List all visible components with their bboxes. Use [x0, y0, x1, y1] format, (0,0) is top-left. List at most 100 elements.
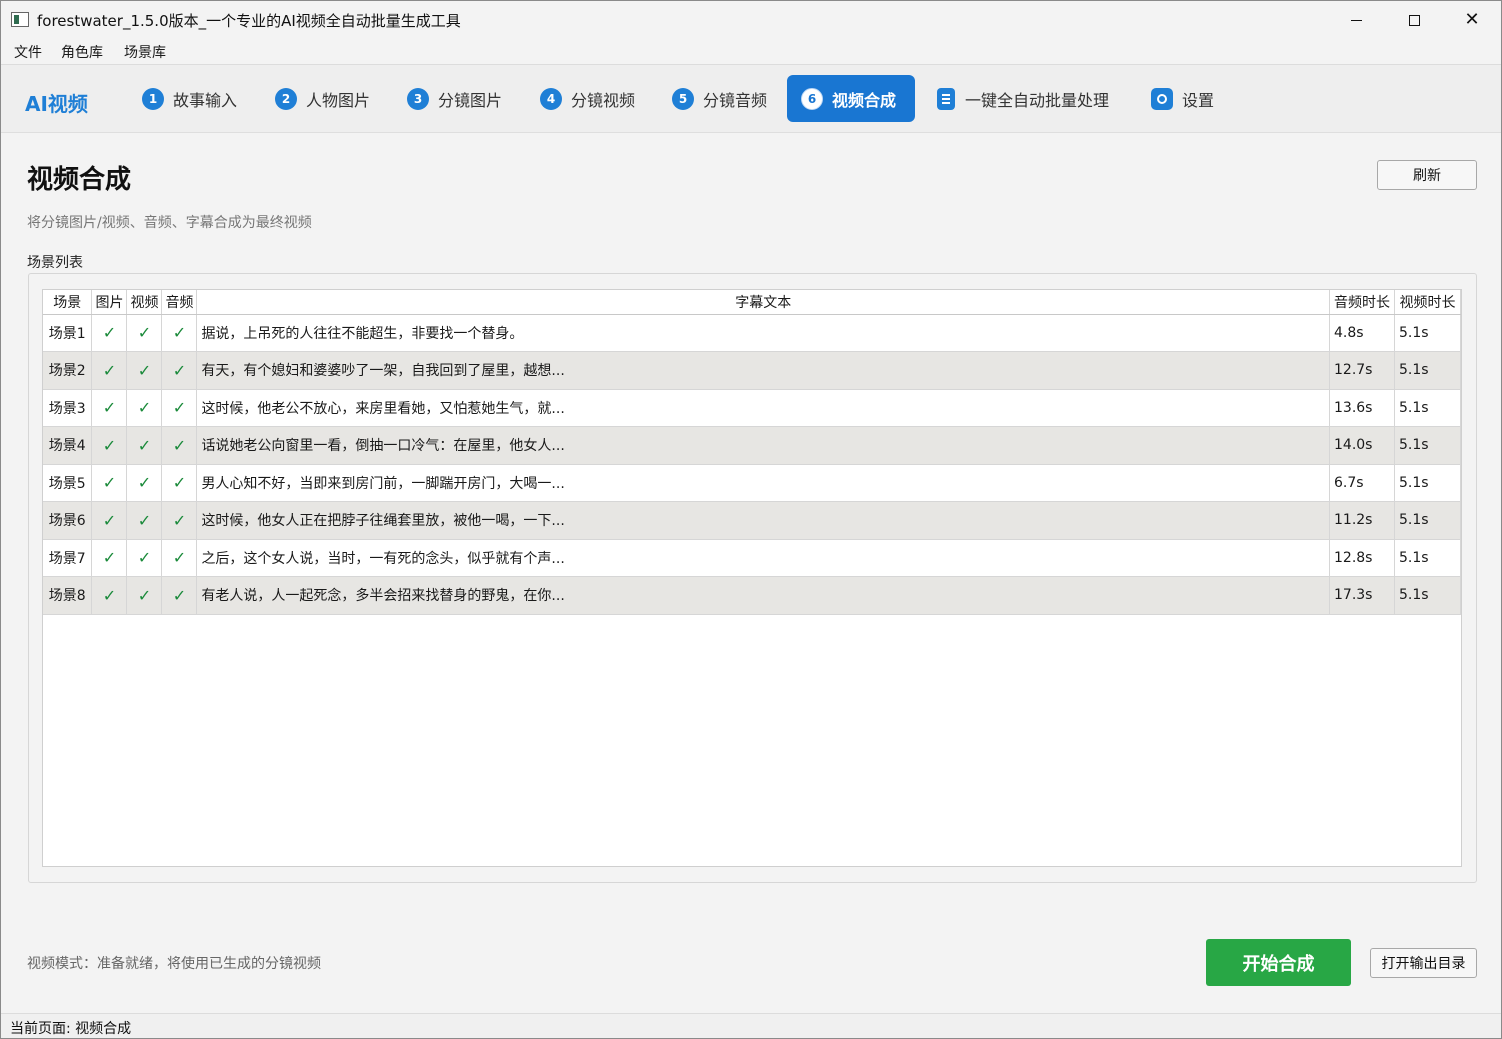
table-row[interactable]: 场景5 ✓ ✓ ✓ 男人心知不好，当即来到房门前，一脚踹开房门，大喝一... 6.7s 5.… — [43, 464, 1462, 502]
brand-logo: AI视频 — [25, 92, 88, 116]
header-scene[interactable]: 场景 — [43, 290, 93, 315]
video-length-cell: 5.1s — [1394, 501, 1462, 540]
gear-icon — [1151, 87, 1173, 110]
image-check-icon: ✓ — [91, 314, 128, 352]
video-check-icon: ✓ — [126, 351, 163, 390]
video-mode-status: 视频模式：准备就绪，将使用已生成的分镜视频 — [27, 956, 321, 972]
header-audio-length[interactable]: 音频时长 — [1329, 290, 1395, 315]
close-button[interactable]: ✕ — [1443, 1, 1501, 39]
table-row[interactable]: 场景2 ✓ ✓ ✓ 有天，有个媳妇和婆婆吵了一架，自我回到了屋里，越想... 12.7s 5… — [43, 351, 1462, 390]
tab-storyboard-images[interactable]: 3 分镜图片 — [393, 75, 516, 122]
tab-label: 人物图片 — [306, 90, 371, 110]
video-check-icon: ✓ — [126, 314, 163, 352]
table-row[interactable]: 场景1 ✓ ✓ ✓ 据说，上吊死的人往往不能超生，非要找一个替身。 4.8s 5.1s — [43, 314, 1462, 352]
audio-check-icon: ✓ — [161, 501, 198, 540]
image-check-icon: ✓ — [91, 389, 128, 427]
table-row[interactable]: 场景3 ✓ ✓ ✓ 这时候，他老公不放心，来房里看她，又怕惹她生气，就... 13.6s 5… — [43, 389, 1462, 427]
scene-list-label: 场景列表 — [27, 255, 83, 271]
tab-storyboard-audio[interactable]: 5 分镜音频 — [658, 75, 781, 122]
table-header-row: 场景 图片 视频 音频 字幕文本 音频时长 视频时长 — [43, 290, 1462, 315]
menu-file[interactable]: 文件 — [14, 42, 42, 62]
header-audio[interactable]: 音频 — [161, 290, 198, 315]
subtitle-text-cell: 话说她老公向窗里一看，倒抽一口冷气：在屋里，他女人... — [196, 426, 1330, 465]
tab-story-input[interactable]: 1 故事输入 — [128, 75, 251, 122]
audio-check-icon: ✓ — [161, 314, 198, 352]
video-check-icon: ✓ — [126, 426, 163, 465]
video-check-icon: ✓ — [126, 539, 163, 577]
app-window: forestwater_1.5.0版本_一个专业的AI视频全自动批量生成工具 ✕… — [0, 0, 1502, 1039]
tab-settings[interactable]: 设置 — [1137, 75, 1228, 122]
document-icon — [937, 87, 955, 110]
step-3-icon: 3 — [407, 87, 429, 110]
tab-label: 故事输入 — [173, 90, 238, 110]
tab-storyboard-videos[interactable]: 4 分镜视频 — [526, 75, 649, 122]
tab-character-images[interactable]: 2 人物图片 — [261, 75, 384, 122]
audio-length-cell: 11.2s — [1329, 501, 1395, 540]
header-video-length[interactable]: 视频时长 — [1394, 290, 1462, 315]
close-icon: ✕ — [1464, 9, 1480, 30]
open-output-dir-button[interactable]: 打开输出目录 — [1370, 948, 1477, 978]
step-6-icon: 6 — [801, 87, 823, 110]
maximize-button[interactable] — [1385, 1, 1443, 39]
image-check-icon: ✓ — [91, 501, 128, 540]
scene-table[interactable]: 场景 图片 视频 音频 字幕文本 音频时长 视频时长 场景1 ✓ ✓ ✓ 据说，上吊死的… — [42, 289, 1462, 867]
video-length-cell: 5.1s — [1394, 576, 1462, 615]
scene-cell: 场景5 — [43, 464, 93, 502]
start-compose-button[interactable]: 开始合成 — [1206, 939, 1351, 986]
table-row[interactable]: 场景4 ✓ ✓ ✓ 话说她老公向窗里一看，倒抽一口冷气：在屋里，他女人... 14.0s 5… — [43, 426, 1462, 465]
table-row[interactable]: 场景6 ✓ ✓ ✓ 这时候，他女人正在把脖子往绳套里放，被他一喝，一下... 11.2s 5… — [43, 501, 1462, 540]
video-check-icon: ✓ — [126, 389, 163, 427]
audio-check-icon: ✓ — [161, 351, 198, 390]
menu-scene-library[interactable]: 场景库 — [124, 42, 166, 62]
header-subtitle-text[interactable]: 字幕文本 — [196, 290, 1330, 315]
video-length-cell: 5.1s — [1394, 314, 1462, 352]
video-length-cell: 5.1s — [1394, 539, 1462, 577]
step-1-icon: 1 — [142, 87, 164, 110]
menu-character-library[interactable]: 角色库 — [61, 42, 103, 62]
scene-cell: 场景3 — [43, 389, 93, 427]
minimize-icon — [1350, 19, 1362, 21]
scene-cell: 场景2 — [43, 351, 93, 390]
window-title: forestwater_1.5.0版本_一个专业的AI视频全自动批量生成工具 — [37, 12, 461, 30]
video-check-icon: ✓ — [126, 576, 163, 615]
step-4-icon: 4 — [540, 87, 562, 110]
subtitle-text-cell: 这时候，他女人正在把脖子往绳套里放，被他一喝，一下... — [196, 501, 1330, 540]
audio-length-cell: 12.7s — [1329, 351, 1395, 390]
subtitle-text-cell: 有老人说，人一起死念，多半会招来找替身的野鬼，在你... — [196, 576, 1330, 615]
refresh-button[interactable]: 刷新 — [1377, 160, 1477, 190]
app-icon — [11, 12, 29, 27]
audio-check-icon: ✓ — [161, 576, 198, 615]
table-row[interactable]: 场景7 ✓ ✓ ✓ 之后，这个女人说，当时，一有死的念头，似乎就有个声... 12.8s 5… — [43, 539, 1462, 577]
status-bar: 当前页面: 视频合成 — [1, 1013, 1501, 1038]
audio-length-cell: 13.6s — [1329, 389, 1395, 427]
minimize-button[interactable] — [1327, 1, 1385, 39]
tab-label: 分镜音频 — [703, 90, 768, 110]
audio-length-cell: 17.3s — [1329, 576, 1395, 615]
video-check-icon: ✓ — [126, 501, 163, 540]
title-bar: forestwater_1.5.0版本_一个专业的AI视频全自动批量生成工具 ✕ — [1, 1, 1501, 39]
scene-cell: 场景8 — [43, 576, 93, 615]
audio-length-cell: 4.8s — [1329, 314, 1395, 352]
subtitle-text-cell: 这时候，他老公不放心，来房里看她，又怕惹她生气，就... — [196, 389, 1330, 427]
maximize-icon — [1408, 14, 1420, 26]
header-video[interactable]: 视频 — [126, 290, 163, 315]
audio-length-cell: 12.8s — [1329, 539, 1395, 577]
tab-label: 设置 — [1182, 90, 1215, 110]
step-2-icon: 2 — [275, 87, 297, 110]
tab-label: 视频合成 — [832, 90, 897, 110]
subtitle-text-cell: 有天，有个媳妇和婆婆吵了一架，自我回到了屋里，越想... — [196, 351, 1330, 390]
audio-check-icon: ✓ — [161, 464, 198, 502]
video-check-icon: ✓ — [126, 464, 163, 502]
table-row[interactable]: 场景8 ✓ ✓ ✓ 有老人说，人一起死念，多半会招来找替身的野鬼，在你... 17.3s 5… — [43, 576, 1462, 615]
scene-cell: 场景4 — [43, 426, 93, 465]
audio-length-cell: 14.0s — [1329, 426, 1395, 465]
image-check-icon: ✓ — [91, 351, 128, 390]
video-length-cell: 5.1s — [1394, 426, 1462, 465]
tab-batch-auto[interactable]: 一键全自动批量处理 — [923, 75, 1123, 122]
subtitle-text-cell: 男人心知不好，当即来到房门前，一脚踹开房门，大喝一... — [196, 464, 1330, 502]
header-image[interactable]: 图片 — [91, 290, 128, 315]
scene-cell: 场景1 — [43, 314, 93, 352]
scene-cell: 场景7 — [43, 539, 93, 577]
tab-video-compose[interactable]: 6 视频合成 — [787, 75, 915, 122]
subtitle-text-cell: 之后，这个女人说，当时，一有死的念头，似乎就有个声... — [196, 539, 1330, 577]
